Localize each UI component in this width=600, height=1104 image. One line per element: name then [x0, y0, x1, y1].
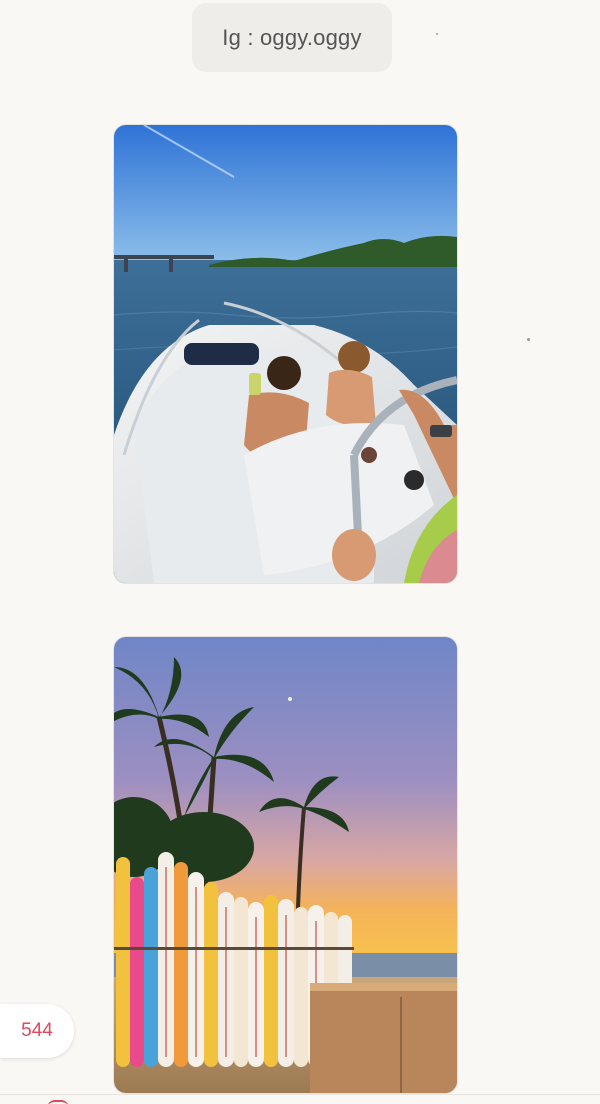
- like-count-badge[interactable]: 544: [0, 1004, 74, 1058]
- caption-label: Ig : oggy.oggy: [192, 3, 392, 72]
- bottom-divider: [0, 1094, 600, 1095]
- stray-mark: [527, 338, 530, 341]
- post-photo-beach[interactable]: [114, 637, 457, 1093]
- boat-photo-image: [114, 125, 457, 583]
- stray-mark: [436, 33, 438, 35]
- feed-page: Ig : oggy.oggy 544: [0, 0, 600, 1104]
- beach-photo-image: [114, 637, 457, 1093]
- bottom-tab-indicator: [47, 1100, 69, 1104]
- post-photo-boat[interactable]: [114, 125, 457, 583]
